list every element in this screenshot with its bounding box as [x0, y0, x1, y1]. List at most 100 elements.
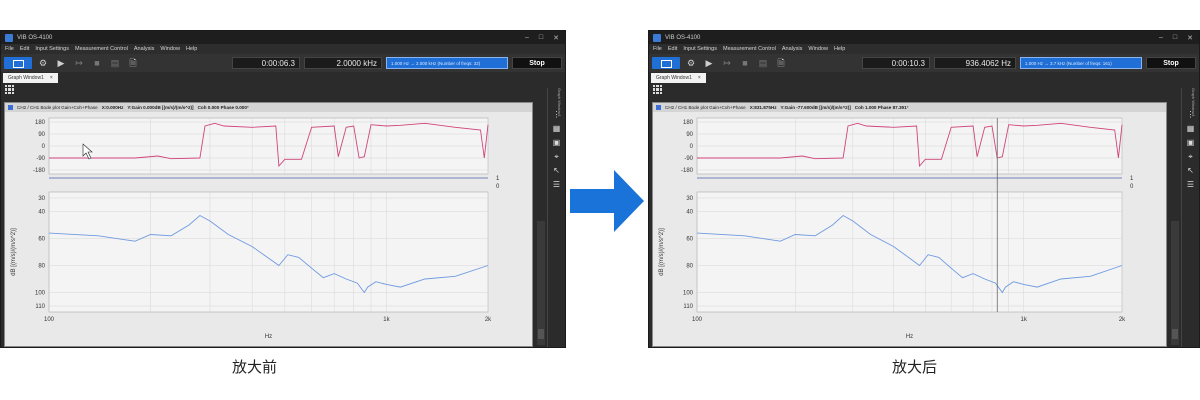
app-title: VIB OS-4100 — [665, 34, 701, 41]
settings-dropdown-icon[interactable]: ⚙ — [36, 57, 50, 69]
phase-tick-label: -180 — [681, 168, 694, 174]
step-icon[interactable]: ↦ — [72, 57, 86, 69]
cursor-y: Y:Gain -77.600dB [(m/s)/(m/s^2)] — [780, 105, 851, 110]
tab-bar: Graph Window1 × — [649, 72, 1199, 83]
marker-icon[interactable]: ↖ — [1186, 166, 1195, 175]
menu-edit[interactable]: Edit — [20, 46, 29, 52]
stop-square-icon[interactable]: ■ — [738, 57, 752, 69]
gain-tick-label: 80 — [686, 264, 693, 270]
menu-bar: File Edit Input Settings Measurement Con… — [1, 44, 565, 54]
elapsed-time-readout: 0:00:06.3 — [232, 57, 300, 69]
coherence-tick-label: 1 — [496, 176, 500, 182]
menu-window[interactable]: Window — [808, 46, 828, 52]
record-icon[interactable]: ▤ — [108, 57, 122, 69]
maximize-icon[interactable]: □ — [539, 34, 543, 42]
toolbar: ⚙ ▶ ↦ ■ ▤ 🗎 0:00:06.3 2.0000 kHz 1.000 H… — [1, 54, 565, 72]
side-panel-label: Graph Window1 — [1191, 88, 1196, 117]
series-name: CH2 / CH1 Bode plot Gain+Coh+Phase — [665, 105, 746, 110]
menu-file[interactable]: File — [5, 46, 14, 52]
scroll-thumb[interactable] — [1172, 329, 1178, 339]
play-icon[interactable]: ▶ — [54, 57, 68, 69]
phase-tick-label: 0 — [690, 144, 694, 150]
menu-input-settings[interactable]: Input Settings — [35, 46, 69, 52]
plot-header: CH2 / CH1 Bode plot Gain+Coh+Phase X:0.0… — [5, 103, 532, 112]
layout-grid-icon[interactable] — [5, 85, 14, 94]
list-icon[interactable]: ☰ — [1186, 180, 1195, 189]
cursor-x: X:0.000Hz — [101, 105, 124, 110]
x-tick-label: 1k — [383, 317, 390, 323]
scroll-thumb[interactable] — [538, 329, 544, 339]
caption-before: 放大前 — [232, 358, 278, 376]
series-color-icon — [8, 105, 13, 110]
graph-pane: CH2 / CH1 Bode plot Gain+Coh+Phase X:0.0… — [4, 102, 533, 347]
tab-graph-window1[interactable]: Graph Window1 × — [651, 73, 706, 83]
monitor-button[interactable] — [652, 57, 680, 69]
title-bar: VIB OS-4100 – □ ✕ — [1, 31, 565, 44]
app-logo-icon — [653, 33, 661, 42]
vertical-scrollbar[interactable] — [537, 221, 545, 345]
x-tick-label: 2k — [1119, 317, 1126, 323]
record-icon[interactable]: ▤ — [756, 57, 770, 69]
minimize-icon[interactable]: – — [525, 34, 529, 42]
layout-grid-icon[interactable] — [653, 85, 662, 94]
tab-close-icon[interactable]: × — [698, 73, 701, 83]
menu-file[interactable]: File — [653, 46, 662, 52]
list-icon[interactable]: ☰ — [552, 180, 561, 189]
maximize-icon[interactable]: □ — [1173, 34, 1177, 42]
gain-tick-label: 30 — [38, 196, 45, 202]
menu-analysis[interactable]: Analysis — [134, 46, 154, 52]
x-axis-label: Hz — [265, 334, 272, 340]
save-icon[interactable]: 🗎 — [774, 57, 788, 69]
sweep-range-readout: 1.000 Hz → 2.000 kHz (Number of freqs: 3… — [386, 57, 508, 69]
monitor-button[interactable] — [4, 57, 32, 69]
window-controls: – □ ✕ — [1159, 34, 1199, 42]
menu-window[interactable]: Window — [160, 46, 180, 52]
cursor-x: X:831.875Hz — [749, 105, 777, 110]
stop-button[interactable]: Stop — [512, 57, 562, 69]
right-sidebar: Graph Window1 ⋮ ▦ ▣ ⌖ ↖ ☰ — [1181, 88, 1199, 347]
window-controls: – □ ✕ — [525, 34, 565, 42]
comparison-stage: VIB OS-4100 – □ ✕ File Edit Input Settin… — [0, 0, 1200, 400]
tab-bar: Graph Window1 × — [1, 72, 565, 83]
graph-pane: CH2 / CH1 Bode plot Gain+Coh+Phase X:831… — [652, 102, 1167, 347]
phase-tick-label: 180 — [683, 120, 694, 126]
play-icon[interactable]: ▶ — [702, 57, 716, 69]
menu-analysis[interactable]: Analysis — [782, 46, 802, 52]
minimize-icon[interactable]: – — [1159, 34, 1163, 42]
tab-label: Graph Window1 — [8, 75, 44, 81]
y-axis-label: dB [(m/s)/(m/s^2)] — [11, 228, 17, 276]
menu-measurement-control[interactable]: Measurement Control — [723, 46, 776, 52]
x-axis-label: Hz — [906, 334, 913, 340]
cursor-icon[interactable]: ⌖ — [1186, 152, 1195, 161]
menu-measurement-control[interactable]: Measurement Control — [75, 46, 128, 52]
stop-button[interactable]: Stop — [1146, 57, 1196, 69]
gain-tick-label: 40 — [38, 210, 45, 216]
close-icon[interactable]: ✕ — [553, 34, 559, 42]
marker-icon[interactable]: ↖ — [552, 166, 561, 175]
vertical-scrollbar[interactable] — [1171, 221, 1179, 345]
tab-graph-window1[interactable]: Graph Window1 × — [3, 73, 58, 83]
gain-tick-label: 40 — [686, 210, 693, 216]
coherence-tick-label: 0 — [1130, 184, 1134, 190]
bode-plot[interactable]: 180 90 0 -90 -180 1 0 30 40 60 80 100 110 100 1k 2k Hz dB… — [653, 112, 1166, 346]
arrow-shape — [570, 170, 644, 232]
settings-dropdown-icon[interactable]: ⚙ — [684, 57, 698, 69]
gain-tick-label: 100 — [683, 291, 694, 297]
step-icon[interactable]: ↦ — [720, 57, 734, 69]
menu-input-settings[interactable]: Input Settings — [683, 46, 717, 52]
app-title: VIB OS-4100 — [17, 34, 53, 41]
gain-tick-label: 60 — [686, 237, 693, 243]
close-icon[interactable]: ✕ — [1187, 34, 1193, 42]
tab-close-icon[interactable]: × — [50, 73, 53, 83]
menu-edit[interactable]: Edit — [668, 46, 677, 52]
cursor-icon[interactable]: ⌖ — [552, 152, 561, 161]
menu-help[interactable]: Help — [186, 46, 197, 52]
gain-tick-label: 60 — [38, 237, 45, 243]
menu-help[interactable]: Help — [834, 46, 845, 52]
y-axis-label: dB [(m/s)/(m/s^2)] — [659, 228, 665, 276]
caption-after: 放大后 — [892, 358, 938, 376]
bode-plot[interactable]: 180 90 0 -90 -180 1 0 30 40 60 80 100 110 100 1k 2k Hz dB… — [5, 112, 532, 346]
save-icon[interactable]: 🗎 — [126, 57, 140, 69]
stop-square-icon[interactable]: ■ — [90, 57, 104, 69]
app-window-before: VIB OS-4100 – □ ✕ File Edit Input Settin… — [0, 30, 566, 348]
